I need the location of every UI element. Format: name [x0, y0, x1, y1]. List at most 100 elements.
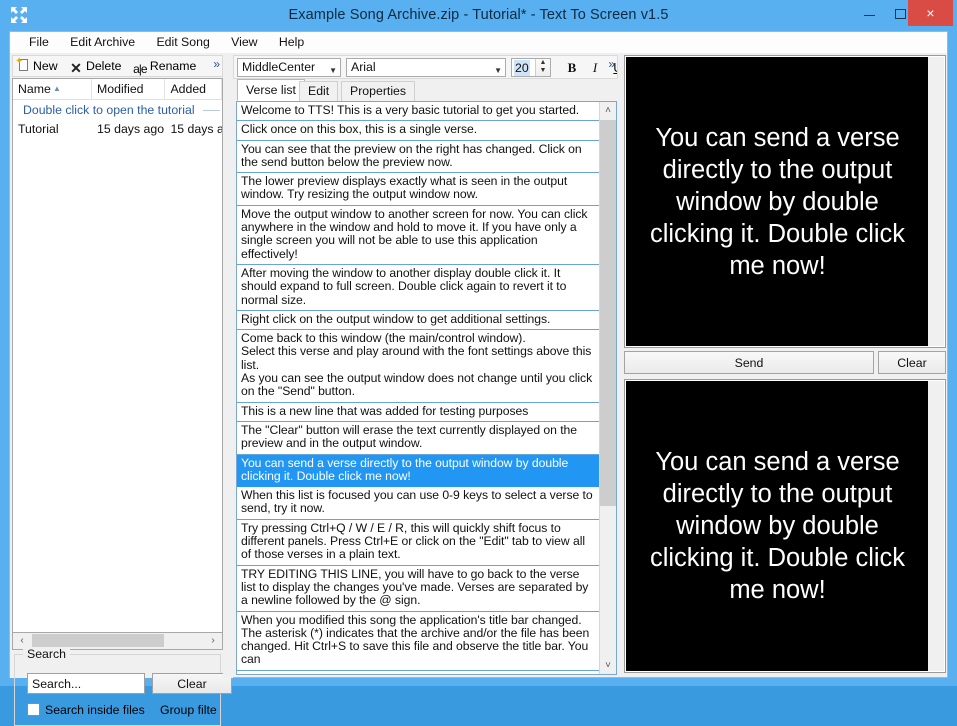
stepper-up-icon[interactable]: ▲	[536, 59, 550, 67]
tab-properties[interactable]: Properties	[341, 81, 416, 101]
maximize-icon	[895, 8, 906, 19]
stepper-down-icon[interactable]: ▼	[536, 67, 550, 75]
search-clear-button[interactable]: Clear	[152, 673, 232, 694]
scrollbar-thumb[interactable]	[32, 634, 164, 647]
new-button[interactable]: ✦ New	[13, 56, 63, 76]
verse-item[interactable]: When this list is focused you can use 0-…	[237, 487, 599, 520]
tab-edit[interactable]: Edit	[299, 81, 339, 101]
stepper-buttons[interactable]: ▲ ▼	[535, 59, 550, 76]
verse-item[interactable]: The lower preview displays exactly what …	[237, 173, 599, 206]
verse-item[interactable]: The "Clear" button will erase the text c…	[237, 422, 599, 455]
delete-button[interactable]: ✕ Delete	[66, 56, 127, 76]
group-filter-label[interactable]: Group filte	[160, 702, 217, 718]
archive-panel: ✦ New ✕ Delete a|e Rename » Name ▲ Modif…	[10, 53, 232, 726]
verse-item[interactable]: You can send a verse directly to the out…	[237, 454, 599, 488]
verse-item[interactable]: Right click on the output window to get …	[237, 311, 599, 331]
search-inside-files-checkbox[interactable]: Search inside files	[27, 702, 145, 718]
verse-item[interactable]: Come back to this window (the main/contr…	[237, 330, 599, 403]
preview-bottom-scrollbar[interactable]	[928, 381, 944, 671]
verse-list-vertical-scrollbar[interactable]: ˄ ˅	[599, 102, 616, 674]
application-window: Example Song Archive.zip - Tutorial* - T…	[0, 0, 957, 726]
tab-strip: Verse list Edit Properties	[233, 79, 618, 101]
scrollbar-thumb[interactable]	[600, 120, 616, 506]
menu-item-edit-archive[interactable]: Edit Archive	[61, 32, 144, 53]
search-inside-files-label: Search inside files	[45, 703, 145, 717]
scroll-right-icon[interactable]: ›	[205, 633, 221, 648]
preview-bottom-frame: You can send a verse directly to the out…	[624, 379, 946, 673]
file-name-cell: Tutorial	[18, 122, 59, 136]
preview-buttons: Send Clear	[624, 351, 946, 375]
toolbar-overflow-chevron-icon[interactable]: »	[213, 57, 220, 71]
search-group: Search Clear Search inside files Group f…	[14, 647, 232, 726]
verse-item[interactable]: Welcome to TTS! This is a very basic tut…	[237, 102, 599, 122]
scroll-left-icon[interactable]: ‹	[14, 633, 30, 648]
menu-item-edit-song[interactable]: Edit Song	[147, 32, 218, 53]
column-header-added[interactable]: Added	[165, 79, 222, 99]
file-list-header: Name ▲ Modified Added	[13, 79, 222, 100]
search-group-label: Search	[23, 647, 70, 661]
preview-top-frame: You can send a verse directly to the out…	[624, 55, 946, 348]
chevron-down-icon: ▼	[494, 66, 502, 75]
preview-top-scrollbar[interactable]	[928, 57, 944, 346]
delete-x-icon: ✕	[70, 60, 82, 76]
file-list[interactable]: Name ▲ Modified Added Double click to op…	[12, 78, 223, 633]
column-header-name[interactable]: Name ▲	[13, 79, 93, 99]
send-button[interactable]: Send	[624, 351, 874, 374]
preview-panel: You can send a verse directly to the out…	[622, 53, 949, 678]
chevron-down-icon: ▼	[329, 66, 337, 75]
scroll-up-icon[interactable]: ˄	[600, 102, 616, 119]
column-header-name-label: Name	[18, 82, 51, 96]
file-group-header[interactable]: Double click to open the tutorial	[13, 100, 222, 120]
file-modified-cell: 15 days ago	[97, 122, 165, 136]
font-toolbar: MiddleCenter ▼ Arial ▼ 20 ▲ ▼ B I U »	[233, 55, 618, 79]
verse-list[interactable]: Welcome to TTS! This is a very basic tut…	[236, 101, 617, 675]
search-input[interactable]	[27, 673, 145, 694]
new-button-label: New	[33, 59, 58, 73]
font-size-value: 20	[514, 60, 530, 76]
verse-item[interactable]: Move the output window to another screen…	[237, 206, 599, 265]
font-family-combobox[interactable]: Arial ▼	[346, 58, 506, 77]
verse-item[interactable]: You can see that the preview on the righ…	[237, 141, 599, 174]
column-header-modified[interactable]: Modified	[92, 79, 166, 99]
file-added-cell: 15 days a	[170, 122, 222, 136]
tab-verse-list[interactable]: Verse list	[237, 79, 305, 101]
song-editor-panel: MiddleCenter ▼ Arial ▼ 20 ▲ ▼ B I U »	[233, 53, 620, 678]
group-divider-line	[203, 110, 220, 111]
scroll-down-icon[interactable]: ˅	[600, 657, 616, 674]
window-title: Example Song Archive.zip - Tutorial* - T…	[288, 7, 669, 23]
alignment-value: MiddleCenter	[242, 60, 316, 74]
preview-top-text[interactable]: You can send a verse directly to the out…	[626, 57, 929, 346]
italic-button[interactable]: I	[585, 59, 605, 77]
verse-item[interactable]: TRY EDITING THIS LINE, you will have to …	[237, 566, 599, 612]
minimize-button[interactable]	[854, 0, 885, 26]
minimize-icon	[864, 15, 875, 17]
bold-button[interactable]: B	[562, 59, 582, 77]
alignment-combobox[interactable]: MiddleCenter ▼	[237, 58, 341, 77]
menu-item-help[interactable]: Help	[270, 32, 313, 53]
client-area: ✦ New ✕ Delete a|e Rename » Name ▲ Modif…	[9, 53, 949, 726]
rename-button[interactable]: a|e Rename	[130, 56, 201, 76]
preview-bottom-text[interactable]: You can send a verse directly to the out…	[626, 381, 929, 671]
verse-item[interactable]: When you modified this song the applicat…	[237, 612, 599, 671]
clear-button[interactable]: Clear	[878, 351, 946, 374]
new-file-icon: ✦	[15, 57, 31, 73]
font-size-stepper[interactable]: 20 ▲ ▼	[511, 58, 551, 77]
verse-item[interactable]: After moving the window to another displ…	[237, 265, 599, 311]
menu-bar: File Edit Archive Edit Song View Help	[9, 31, 948, 53]
menu-item-file[interactable]: File	[20, 32, 58, 53]
file-group-header-label: Double click to open the tutorial	[23, 103, 195, 117]
menu-item-view[interactable]: View	[222, 32, 266, 53]
vertical-splitter[interactable]	[223, 53, 233, 678]
rename-button-label: Rename	[149, 59, 197, 73]
verse-item[interactable]: Try pressing Ctrl+Q / W / E / R, this wi…	[237, 520, 599, 566]
close-button[interactable]: ×	[908, 0, 953, 26]
font-toolbar-overflow-chevron-icon[interactable]: »	[608, 57, 615, 71]
delete-button-label: Delete	[85, 59, 122, 73]
font-family-value: Arial	[351, 60, 376, 74]
title-bar: Example Song Archive.zip - Tutorial* - T…	[0, 0, 957, 30]
file-toolbar: ✦ New ✕ Delete a|e Rename »	[12, 55, 223, 77]
checkbox-box-icon	[27, 703, 40, 716]
verse-item[interactable]: This is a new line that was added for te…	[237, 403, 599, 422]
table-row[interactable]: Tutorial 15 days ago 15 days a	[13, 120, 222, 138]
verse-item[interactable]: Click once on this box, this is a single…	[237, 121, 599, 141]
